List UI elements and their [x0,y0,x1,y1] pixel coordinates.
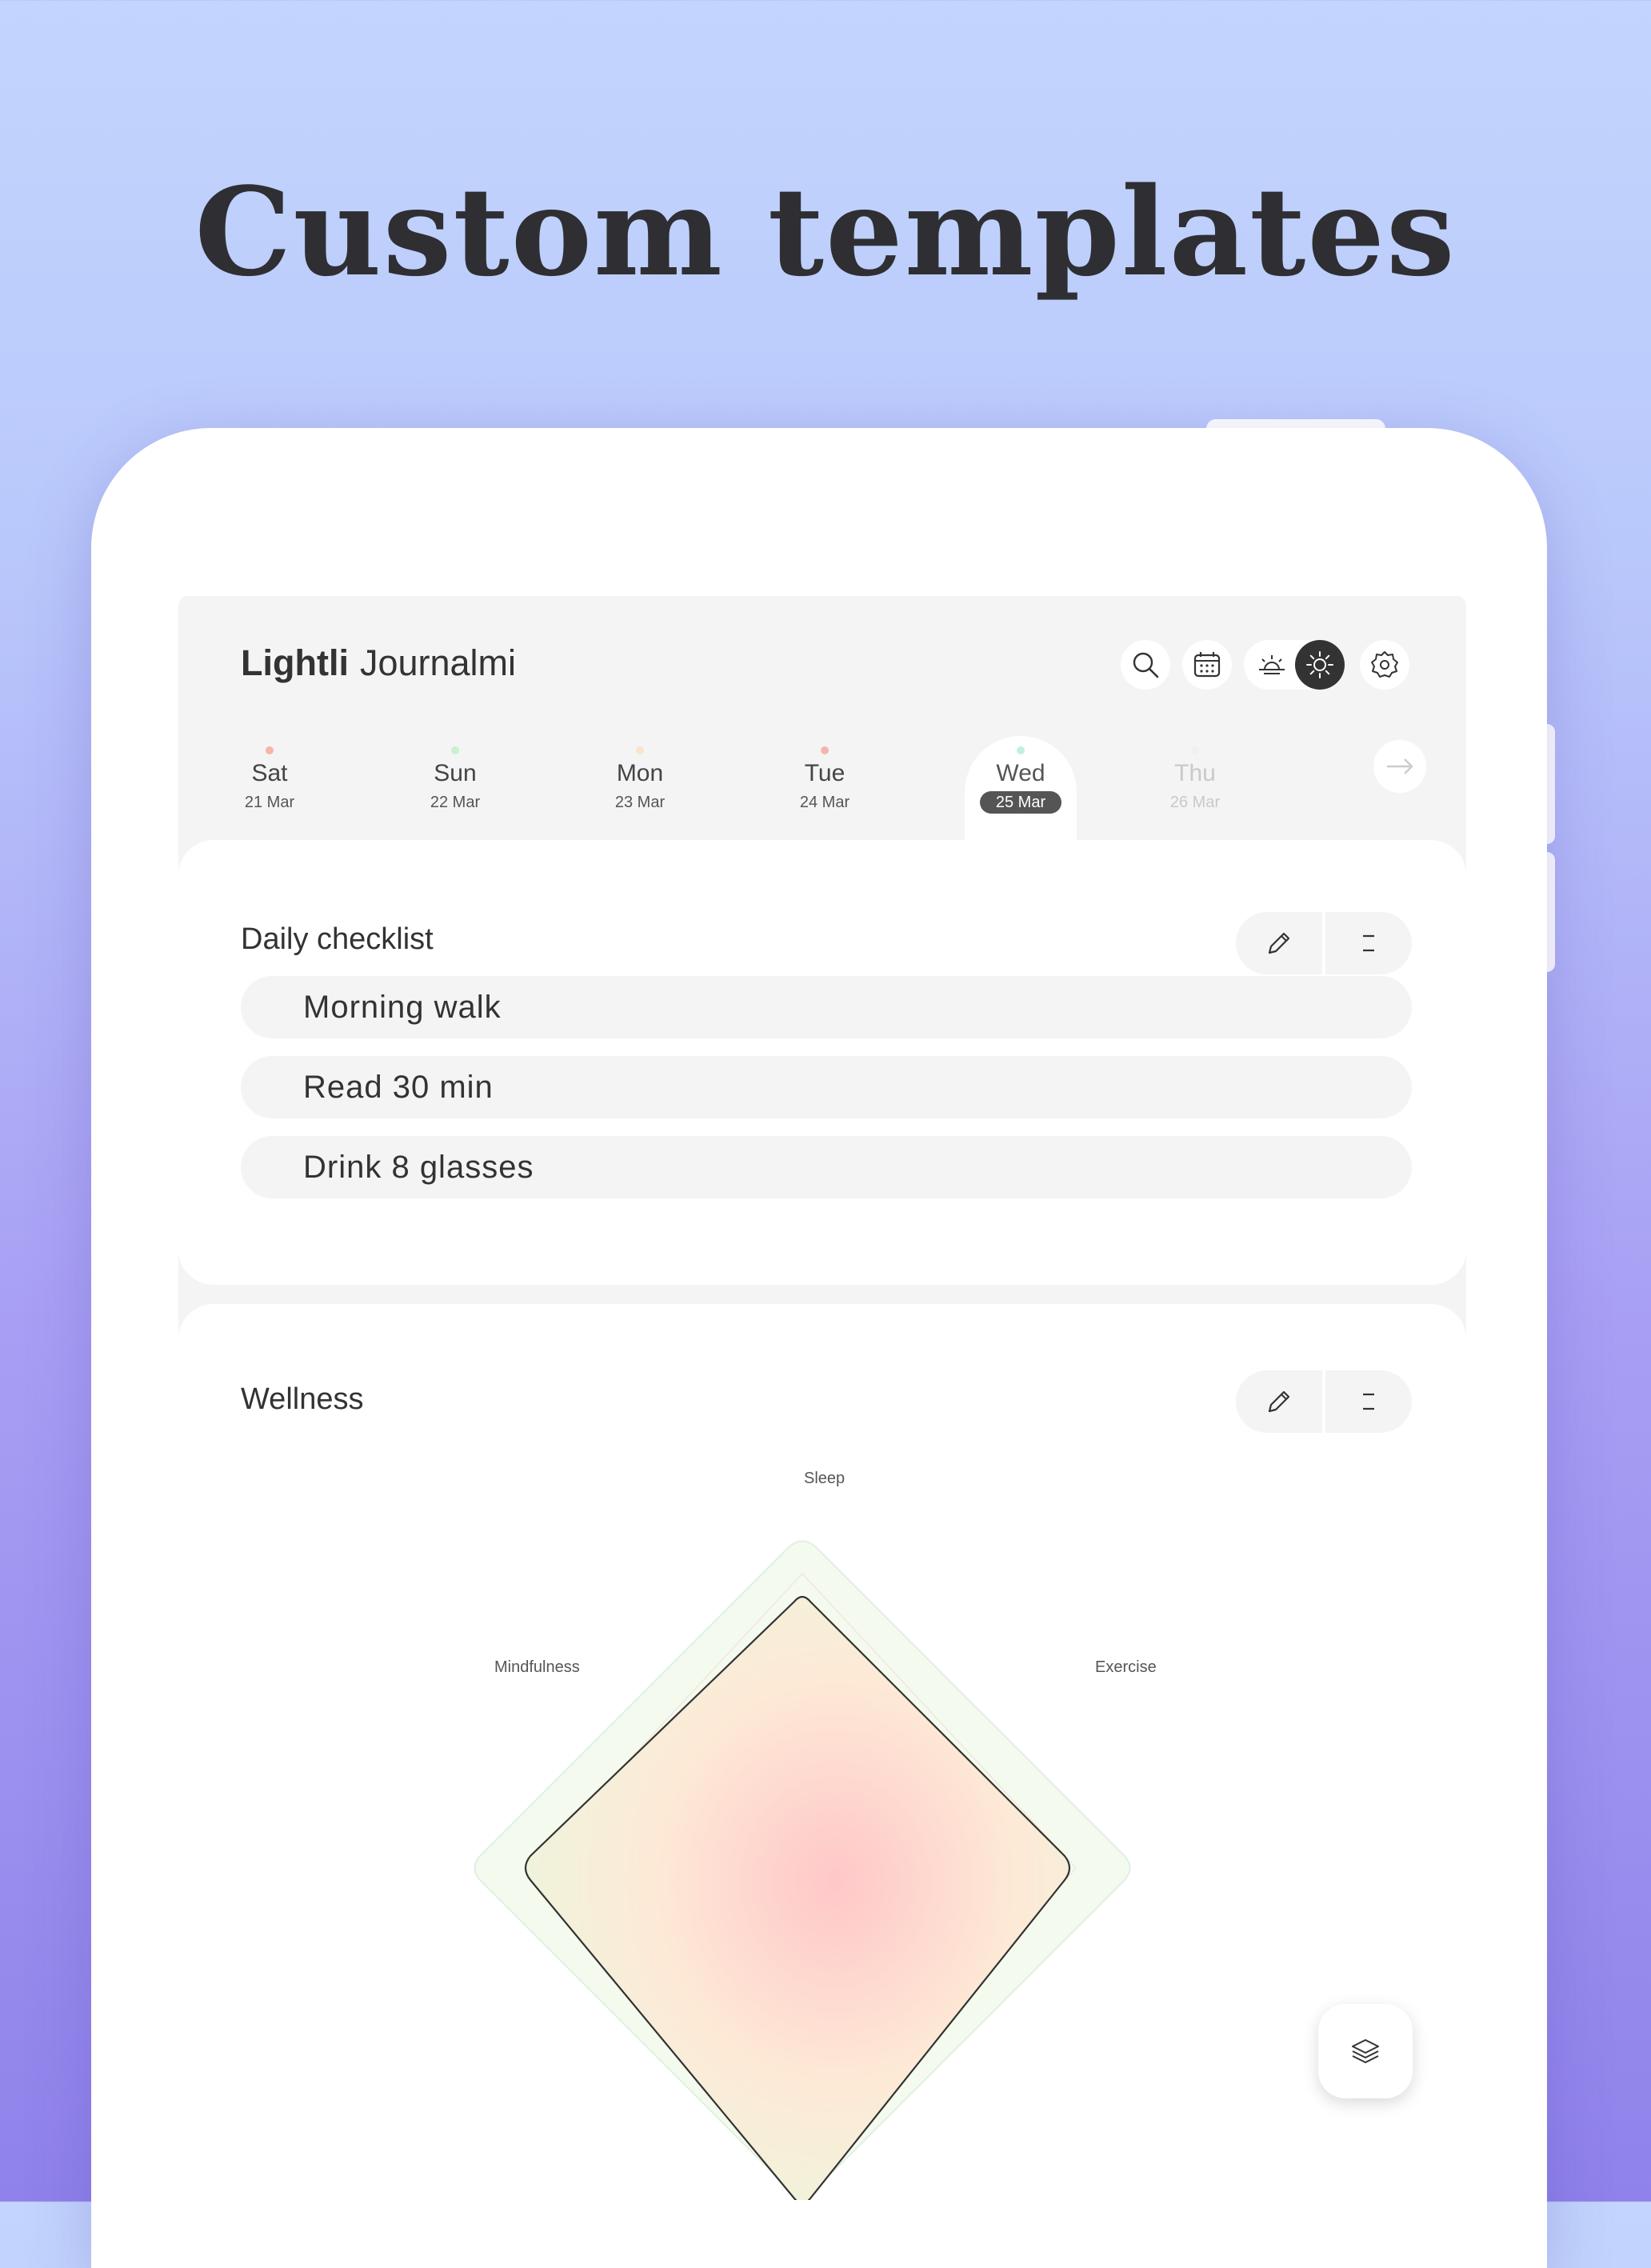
day-name: Sun [434,760,477,786]
mood-dot [1017,746,1025,754]
sun-mode-button[interactable] [1295,640,1345,690]
wellness-card: Wellness Sleep Exercise Mindfulness [178,1304,1466,2202]
settings-button[interactable] [1360,640,1409,690]
checklist-card: Daily checklist Morning walk Read 30 min… [178,840,1466,1285]
sunrise-icon [1259,655,1285,674]
checklist-item[interactable]: Morning walk [241,976,1412,1038]
mood-dot [451,746,459,754]
app-screen: LightliJournalmi Sat 21 Mar Sun 22 Mar [178,596,1466,2202]
checklist-item[interactable]: Drink 8 glasses [241,1136,1412,1198]
day-thu[interactable]: Thu 26 Mar [1147,746,1243,814]
day-name: Sat [251,760,288,786]
search-icon [1133,652,1159,678]
app-header: LightliJournalmi Sat 21 Mar Sun 22 Mar [178,596,1466,896]
sunrise-mode-button[interactable] [1247,640,1297,690]
day-name: Thu [1174,760,1216,786]
radar-axis-label: Mindfulness [494,1658,580,1676]
calendar-icon [1193,652,1221,678]
day-date: 21 Mar [244,794,295,811]
layers-icon [1352,2039,1379,2063]
radar-axis-label: Exercise [1095,1658,1157,1676]
checklist-item-text: Drink 8 glasses [303,1150,534,1185]
next-week-button[interactable] [1373,740,1426,793]
menu-lines-icon [1363,934,1374,952]
brand-name-light: Journalmi [359,642,517,683]
app-logo: Lightli Journalmi [241,641,516,686]
search-button[interactable] [1121,640,1170,690]
edit-checklist-button[interactable] [1236,912,1322,974]
calendar-button[interactable] [1182,640,1232,690]
checklist-actions [1236,912,1412,974]
mood-dot [636,746,644,754]
day-wed[interactable]: Wed 25 Mar [973,746,1069,814]
day-date: 22 Mar [430,794,481,811]
day-name: Tue [804,760,845,786]
radar-value-shape [524,1595,1071,2200]
day-name: Mon [616,760,664,786]
arrow-right-icon [1387,758,1413,774]
mood-dot [266,746,274,754]
day-date: 26 Mar [1169,794,1221,811]
checklist-title: Daily checklist [241,922,434,956]
checklist-item-text: Morning walk [303,990,502,1025]
day-date: 24 Mar [799,794,850,811]
day-date: 23 Mar [614,794,666,811]
day-mon[interactable]: Mon 23 Mar [592,746,688,814]
brand-name-bold: Lightli [241,642,349,683]
templates-fab[interactable] [1318,2004,1413,2098]
day-sun[interactable]: Sun 22 Mar [407,746,503,814]
gear-icon [1371,651,1398,678]
checklist-item-text: Read 30 min [303,1070,494,1105]
day-tue[interactable]: Tue 24 Mar [777,746,873,814]
day-date-selected: 25 Mar [979,791,1062,814]
day-name: Wed [996,760,1045,786]
pencil-icon [1268,932,1290,954]
mood-dot [1191,746,1199,754]
checklist-menu-button[interactable] [1325,912,1412,974]
wellness-radar-chart [474,1540,1131,2200]
day-sat[interactable]: Sat 21 Mar [222,746,318,814]
sun-icon [1306,651,1333,678]
radar-axis-label: Sleep [804,1470,845,1487]
checklist-item[interactable]: Read 30 min [241,1056,1412,1118]
headline: Custom templates [194,160,1457,303]
mood-dot [821,746,829,754]
